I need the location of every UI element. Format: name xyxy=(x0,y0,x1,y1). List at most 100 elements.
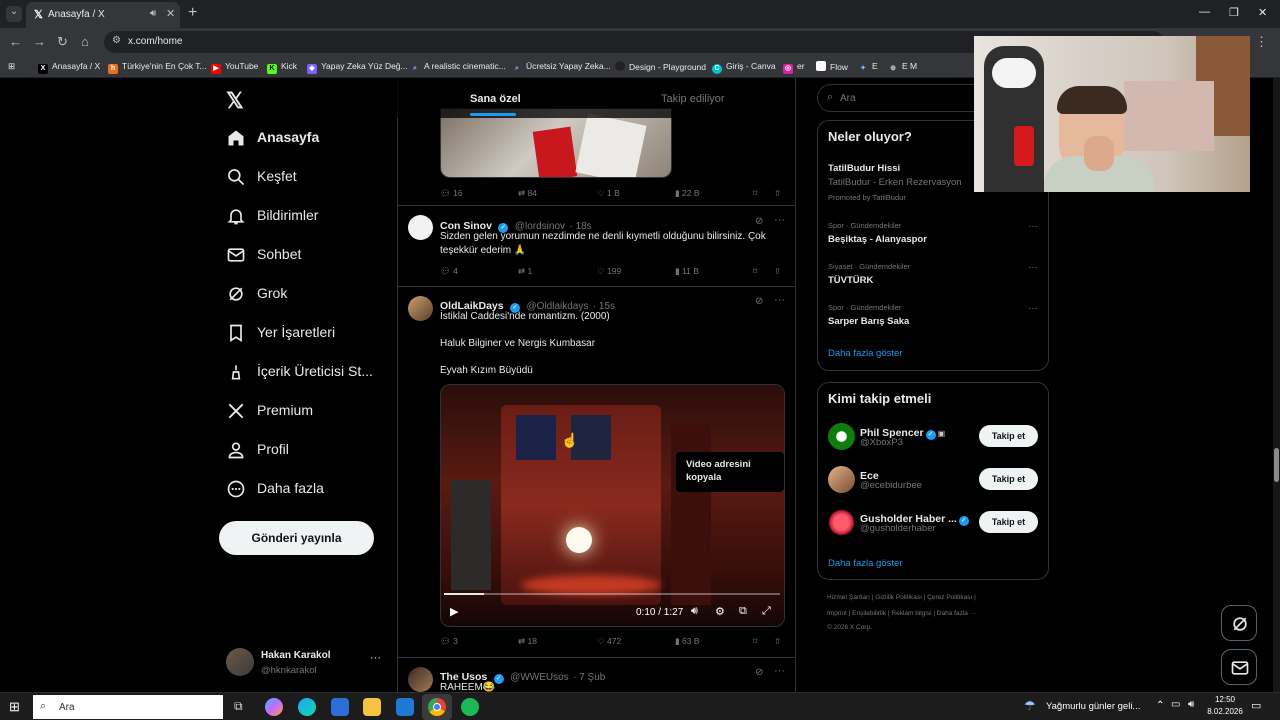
share-icon[interactable]: ⇧ xyxy=(774,266,781,277)
bookmark-item[interactable]: Flow xyxy=(816,61,848,72)
clock-date[interactable]: 8.02.2026 xyxy=(1203,707,1247,716)
play-icon[interactable]: ▶ xyxy=(450,605,458,618)
avatar[interactable] xyxy=(828,466,855,493)
grok-icon[interactable]: ⊘ xyxy=(755,216,763,227)
like-button[interactable]: ♡ 1 B xyxy=(597,188,620,199)
trend-more-icon[interactable]: ··· xyxy=(1028,262,1038,273)
promo-subtitle[interactable]: TatilBudur - Erken Rezervasyon xyxy=(828,177,962,188)
copilot-icon[interactable] xyxy=(265,698,283,716)
share-icon[interactable]: ⇧ xyxy=(774,188,781,199)
apps-icon[interactable]: ⊞ xyxy=(8,61,15,72)
tweet[interactable]: The Usos ✓ @WWEUsos · 7 Şub ⊘ ··· RAHEEM… xyxy=(397,658,795,692)
views-button[interactable]: ▮ 11 B xyxy=(675,266,699,277)
bookmark-item[interactable]: h Türkiye'nin En Çok T... xyxy=(108,61,207,74)
notification-icon[interactable]: ▭ xyxy=(1251,699,1261,712)
new-tab-button[interactable]: + xyxy=(188,4,197,22)
more-icon[interactable]: ··· xyxy=(774,294,785,306)
forward-icon[interactable]: → xyxy=(33,34,46,49)
taskbar-search-input[interactable]: ⌕ Ara xyxy=(33,695,223,719)
trend-item[interactable]: Beşiktaş - Alanyaspor xyxy=(828,234,927,245)
bookmark-item[interactable]: ⌕ A realistic cinematic... xyxy=(410,61,506,74)
browser-menu-icon[interactable]: ⋮ xyxy=(1255,34,1268,50)
views-button[interactable]: ▮ 22 B xyxy=(675,188,700,199)
share-icon[interactable]: ⇧ xyxy=(774,636,781,647)
tweet[interactable]: Con Sinov ✓ @lordsinov · 18s ⊘ ··· Sizde… xyxy=(397,206,795,287)
scrollbar-thumb[interactable] xyxy=(1274,448,1279,482)
bookmark-item[interactable]: ✦ E xyxy=(858,61,878,74)
bookmark-item[interactable]: C Giriş - Canva xyxy=(712,61,776,74)
chrome-taskbar-item[interactable] xyxy=(422,694,452,720)
mail-app-icon[interactable] xyxy=(396,698,414,716)
bookmark-item[interactable]: ⊕ E M xyxy=(888,61,917,74)
messages-float-button[interactable] xyxy=(1221,649,1257,685)
spotify-icon[interactable] xyxy=(461,698,479,716)
windows-start-icon[interactable]: ⊞ xyxy=(9,699,20,715)
footer-links[interactable]: Imprint | Erişilebilirlik | Reklam bilgi… xyxy=(827,610,976,617)
bookmark-item[interactable]: ▶ YouTube xyxy=(211,61,258,74)
reload-icon[interactable]: ↻ xyxy=(57,34,68,50)
speaker-icon[interactable]: 🔊︎ xyxy=(150,8,156,19)
repost-button[interactable]: ⇄ 1 xyxy=(518,266,532,277)
trend-more-icon[interactable]: ··· xyxy=(1028,221,1038,232)
trend-more-icon[interactable]: ··· xyxy=(1028,303,1038,314)
more-icon[interactable]: ··· xyxy=(774,214,785,226)
promo-title[interactable]: TatilBudur Hissi xyxy=(828,163,900,174)
follow-button[interactable]: Takip et xyxy=(979,511,1038,533)
avatar[interactable] xyxy=(408,667,433,692)
edge-icon[interactable] xyxy=(298,698,316,716)
volume-icon[interactable]: 🔊︎ xyxy=(691,605,698,618)
close-tab-icon[interactable]: ✕ xyxy=(166,7,175,20)
page-scrollbar[interactable] xyxy=(1273,78,1280,692)
network-icon[interactable]: ▭ xyxy=(1171,699,1180,710)
bookmark-item[interactable]: ⌕ Ücretsiz Yapay Zeka... xyxy=(512,61,611,74)
settings-icon[interactable]: ⚙ xyxy=(715,605,725,618)
bookmark-item[interactable]: K Kick xyxy=(267,61,297,74)
like-button[interactable]: ♡ 472 xyxy=(597,636,621,647)
follow-button[interactable]: Takip et xyxy=(979,425,1038,447)
site-info-icon[interactable]: ⚙ xyxy=(112,35,121,46)
weather-icon[interactable]: ☂ xyxy=(1024,698,1036,714)
bookmark-item[interactable]: ◎ er xyxy=(783,61,805,74)
trend-item[interactable]: Sarper Barış Saka xyxy=(828,316,909,327)
tab-for-you[interactable]: Sana özel xyxy=(470,93,521,105)
like-button[interactable]: ♡ 199 xyxy=(597,266,621,277)
weather-text[interactable]: Yağmurlu günler geli... xyxy=(1046,701,1140,712)
account-more-icon[interactable]: ··· xyxy=(370,652,381,664)
tweet-image[interactable] xyxy=(440,108,672,178)
restore-button[interactable]: ❐ xyxy=(1229,6,1239,19)
browser-tab[interactable]: 𝕏 Anasayfa / X 🔊︎ ✕ xyxy=(26,2,180,28)
reply-button[interactable]: 💬︎ 4 xyxy=(440,266,458,277)
bookmark-item[interactable]: Design - Playground xyxy=(615,61,706,72)
tab-following[interactable]: Takip ediliyor xyxy=(661,93,725,105)
store-icon[interactable] xyxy=(331,698,349,716)
task-view-icon[interactable]: ⧉ xyxy=(234,699,243,714)
bookmark-item[interactable]: ◆ Yapay Zeka Yüz Değ... xyxy=(307,61,408,74)
grok-icon[interactable]: ⊘ xyxy=(755,296,763,307)
bookmark-tweet-icon[interactable]: ⌑ xyxy=(753,266,757,277)
repost-button[interactable]: ⇄ 84 xyxy=(518,188,537,199)
grok-float-button[interactable] xyxy=(1221,605,1257,641)
avatar[interactable] xyxy=(828,423,855,450)
clock-time[interactable]: 12:50 xyxy=(1207,695,1243,704)
show-more-link[interactable]: Daha fazla göster xyxy=(828,558,902,569)
grok-icon[interactable]: ⊘ xyxy=(755,667,763,678)
window-close-button[interactable]: ✕ xyxy=(1258,6,1267,19)
bookmark-tweet-icon[interactable]: ⌑ xyxy=(753,188,757,199)
video-progress-track[interactable] xyxy=(444,593,780,595)
fullscreen-icon[interactable]: ⤢ xyxy=(762,605,771,618)
home-button-icon[interactable]: ⌂ xyxy=(81,34,89,49)
follow-button[interactable]: Takip et xyxy=(979,468,1038,490)
reply-button[interactable]: 💬︎ 16 xyxy=(440,188,463,199)
minimize-button[interactable]: — xyxy=(1199,6,1210,18)
bookmark-tweet-icon[interactable]: ⌑ xyxy=(753,636,757,647)
x-logo-icon[interactable]: 𝕏 xyxy=(226,88,244,114)
pip-icon[interactable]: ⧉ xyxy=(739,605,747,618)
avatar[interactable] xyxy=(408,296,433,321)
avatar[interactable] xyxy=(408,215,433,240)
repost-button[interactable]: ⇄ 18 xyxy=(518,636,537,647)
post-button[interactable]: Gönderi yayınla xyxy=(219,521,374,555)
more-icon[interactable]: ··· xyxy=(774,665,785,677)
back-icon[interactable]: ← xyxy=(9,34,22,49)
views-button[interactable]: ▮ 63 B xyxy=(675,636,700,647)
tweet[interactable]: OldLaikDays ✓ @Oldlaikdays · 15s ⊘ ··· İ… xyxy=(397,287,795,658)
